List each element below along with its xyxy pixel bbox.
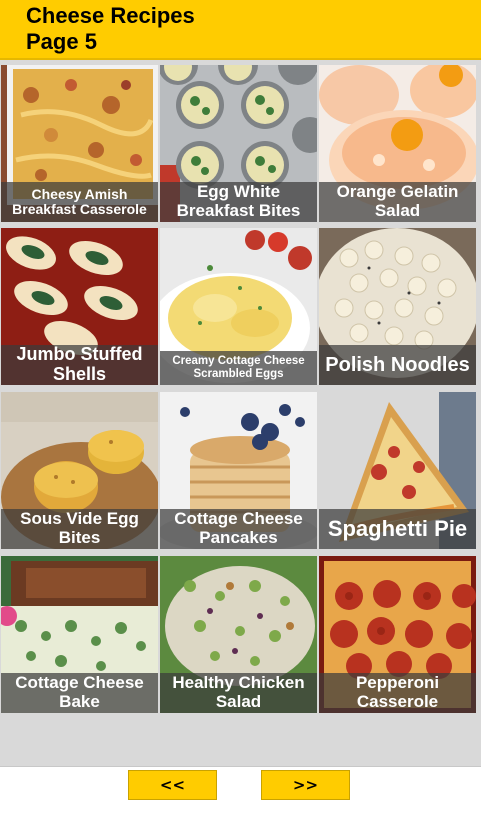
- recipe-tile-pepperoni-casserole[interactable]: Pepperoni Casserole: [319, 556, 476, 713]
- caption-line-2: Salad: [215, 692, 262, 711]
- caption-line-1: Cottage Cheese: [15, 673, 144, 693]
- caption-line-2: Scrambled Eggs: [193, 368, 284, 380]
- recipe-tile-orange-gelatin-salad[interactable]: Orange Gelatin Salad: [319, 65, 476, 222]
- caption-line-1: Sous Vide Egg: [20, 509, 139, 529]
- recipe-tile-healthy-chicken-salad[interactable]: Healthy Chicken Salad: [160, 556, 317, 713]
- recipe-caption: Orange Gelatin Salad: [319, 182, 476, 222]
- recipe-caption: Cheesy Amish Breakfast Casserole: [1, 182, 158, 222]
- recipe-caption: Creamy Cottage Cheese Scrambled Eggs: [160, 351, 317, 385]
- recipe-tile-polish-noodles[interactable]: Polish Noodles: [319, 228, 476, 385]
- recipe-caption: Pepperoni Casserole: [319, 673, 476, 713]
- recipe-tile-sous-vide-egg-bites[interactable]: Sous Vide Egg Bites: [1, 392, 158, 549]
- previous-page-button[interactable]: <<: [128, 770, 217, 800]
- recipe-tile-creamy-cottage-cheese-scrambled-eggs[interactable]: Creamy Cottage Cheese Scrambled Eggs: [160, 228, 317, 385]
- recipe-caption: Healthy Chicken Salad: [160, 673, 317, 713]
- caption-line-1: Pepperoni: [355, 673, 440, 693]
- caption-line-2: Shells: [52, 364, 107, 384]
- caption-line-1: Polish Noodles: [325, 354, 470, 376]
- recipe-tile-cheesy-amish-breakfast-casserole[interactable]: Cheesy Amish Breakfast Casserole: [1, 65, 158, 222]
- caption-line-1: Cottage Cheese: [174, 509, 303, 529]
- caption-line-1: Egg White: [196, 182, 281, 202]
- caption-line-2: Casserole: [356, 692, 439, 711]
- caption-line-2: Bake: [59, 692, 100, 711]
- recipe-caption: Sous Vide Egg Bites: [1, 509, 158, 549]
- caption-line-2: Salad: [374, 201, 421, 220]
- caption-line-1: Jumbo Stuffed: [16, 344, 143, 365]
- next-page-button[interactable]: >>: [261, 770, 350, 800]
- caption-line-2: Pancakes: [199, 528, 278, 547]
- caption-line-1: Spaghetti Pie: [327, 515, 468, 541]
- recipe-caption: Cottage Cheese Pancakes: [160, 509, 317, 549]
- caption-line-1: Orange Gelatin: [336, 182, 459, 202]
- recipe-tile-egg-white-breakfast-bites[interactable]: Egg White Breakfast Bites: [160, 65, 317, 222]
- caption-line-2: Breakfast Bites: [176, 201, 301, 220]
- recipe-grid: Cheesy Amish Breakfast Casserole Egg Whi…: [0, 60, 481, 766]
- recipe-caption: Polish Noodles: [319, 345, 476, 385]
- caption-line-2: Bites: [58, 528, 101, 547]
- recipe-tile-cottage-cheese-bake[interactable]: Cottage Cheese Bake: [1, 556, 158, 713]
- caption-line-2: Breakfast Casserole: [12, 201, 147, 217]
- title-line-2: Page 5: [26, 29, 97, 54]
- recipe-tile-cottage-cheese-pancakes[interactable]: Cottage Cheese Pancakes: [160, 392, 317, 549]
- recipe-caption: Cottage Cheese Bake: [1, 673, 158, 713]
- recipe-tile-jumbo-stuffed-shells[interactable]: Jumbo Stuffed Shells: [1, 228, 158, 385]
- page-title: Cheese Recipes Page 5: [26, 3, 195, 55]
- pagination-bar: << >>: [0, 766, 481, 814]
- app-header: Cheese Recipes Page 5: [0, 0, 481, 60]
- recipe-caption: Egg White Breakfast Bites: [160, 182, 317, 222]
- caption-line-1: Creamy Cottage Cheese: [172, 355, 305, 368]
- recipe-tile-spaghetti-pie[interactable]: Spaghetti Pie: [319, 392, 476, 549]
- title-line-1: Cheese Recipes: [26, 3, 195, 28]
- caption-line-1: Healthy Chicken: [172, 673, 305, 693]
- caption-line-1: Cheesy Amish: [31, 185, 128, 202]
- recipe-caption: Jumbo Stuffed Shells: [1, 344, 158, 385]
- recipe-caption: Spaghetti Pie: [319, 509, 476, 549]
